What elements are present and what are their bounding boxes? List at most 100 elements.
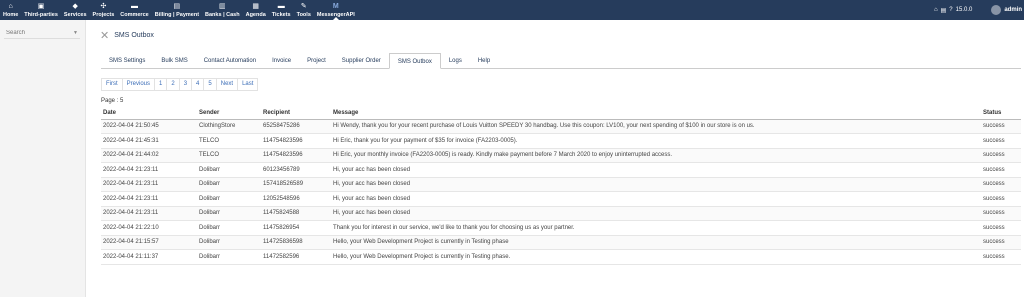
topnav-label: Banks | Cash (205, 12, 240, 18)
cell-date: 2022-04-04 21:44:02 (101, 148, 197, 163)
chevron-down-icon[interactable]: ▼ (73, 30, 78, 36)
cell-sender: Dolibarr (197, 220, 261, 236)
topnav-label: Commerce (120, 12, 149, 18)
cell-date: 2022-04-04 21:23:11 (101, 191, 197, 207)
cell-message: Hi, your acc has been closed (331, 206, 981, 221)
avatar[interactable] (991, 5, 1002, 15)
cell-recipient: 12052548596 (261, 191, 331, 207)
cell-message: Hi Wendy, thank you for your recent purc… (331, 119, 981, 134)
help-icon[interactable]: ? (949, 7, 952, 13)
main-content: ✕ SMS Outbox SMS Settings Bulk SMS Contact… (86, 20, 1024, 297)
pager-previous[interactable]: Previous (121, 78, 156, 91)
cell-recipient: 114725836598 (261, 235, 331, 250)
tab-invoice[interactable]: Invoice (264, 53, 299, 69)
cell-message: Hi, your acc has been closed (331, 177, 981, 192)
table-row[interactable]: 2022-04-04 21:44:02 TELCO 114754823596 Hi E… (101, 148, 1021, 163)
tab-bulk-sms[interactable]: Bulk SMS (153, 53, 195, 69)
pager-5[interactable]: 5 (203, 78, 217, 91)
cell-recipient: 114754823596 (261, 148, 331, 163)
home-icon[interactable]: ⌂ (934, 7, 938, 13)
cell-status: success (981, 249, 1021, 265)
cell-status: success (981, 119, 1021, 134)
page-header: ✕ SMS Outbox (100, 29, 154, 42)
top-right-toolbar: ⌂ ▤ ? 15.0.0 admin (934, 0, 1024, 20)
cell-status: success (981, 191, 1021, 207)
module-tabs: SMS Settings Bulk SMS Contact Automation In… (101, 53, 1021, 69)
cell-recipient: 114754823596 (261, 133, 331, 149)
sidebar-search[interactable]: ▼ (4, 28, 80, 39)
column-header-message[interactable]: Message (331, 107, 981, 120)
topnav-item-commerce[interactable]: ▬ Commerce (117, 0, 151, 20)
cell-date: 2022-04-04 21:11:37 (101, 249, 197, 265)
pager-1[interactable]: 1 (154, 78, 168, 91)
tickets-icon: ▬ (277, 3, 285, 10)
tab-supplier-order[interactable]: Supplier Order (334, 53, 389, 69)
commerce-icon: ▬ (130, 3, 138, 10)
topnav-item-banks-cash[interactable]: ▥ Banks | Cash (202, 0, 243, 20)
cell-sender: TELCO (197, 148, 261, 163)
pager-last[interactable]: Last (237, 78, 259, 91)
tab-help[interactable]: Help (470, 53, 498, 69)
topnav-label: Tickets (271, 12, 291, 18)
topnav-item-services[interactable]: ◆ Services (61, 0, 90, 20)
messengerapi-icon: M (332, 3, 339, 10)
username[interactable]: admin (1004, 7, 1022, 13)
cell-message: Hello, your Web Development Project is c… (331, 249, 981, 265)
cell-status: success (981, 148, 1021, 163)
cell-status: success (981, 220, 1021, 236)
topnav-item-home[interactable]: ⌂ Home (0, 0, 21, 20)
topnav-item-tickets[interactable]: ▬ Tickets (269, 0, 294, 20)
pager-first[interactable]: First (101, 78, 123, 91)
tools-icon: ✕ (100, 30, 110, 42)
tab-project[interactable]: Project (299, 53, 334, 69)
search-input[interactable] (6, 30, 66, 36)
pager-2[interactable]: 2 (166, 78, 180, 91)
print-icon[interactable]: ▤ (941, 7, 947, 14)
tab-sms-settings[interactable]: SMS Settings (101, 53, 153, 69)
topnav-item-third-parties[interactable]: ▣ Third-parties (21, 0, 61, 20)
column-header-status[interactable]: Status (981, 107, 1021, 120)
table-row[interactable]: 2022-04-04 21:45:31 TELCO 114754823596 Hi E… (101, 133, 1021, 149)
table-row[interactable]: 2022-04-04 21:50:45 ClothingStore 65258475… (101, 119, 1021, 134)
cell-status: success (981, 177, 1021, 192)
pager-4[interactable]: 4 (191, 78, 205, 91)
table-row[interactable]: 2022-04-04 21:23:11 Dolibarr 12052548596 Hi… (101, 191, 1021, 207)
pager-next[interactable]: Next (215, 78, 239, 91)
table-row[interactable]: 2022-04-04 21:15:57 Dolibarr 114725836598 H… (101, 235, 1021, 250)
topnav-label: Agenda (245, 12, 266, 18)
topnav-item-agenda[interactable]: ▦ Agenda (243, 0, 269, 20)
cell-recipient: 65258475286 (261, 119, 331, 134)
topnav-label: Services (63, 12, 87, 18)
sms-outbox-table: Date Sender Recipient Message Status 202… (101, 107, 1021, 265)
cell-sender: Dolibarr (197, 162, 261, 178)
cell-recipient: 11475824588 (261, 206, 331, 221)
cell-message: Hi Eric, thank you for your payment of $… (331, 133, 981, 149)
topnav-item-billing-payment[interactable]: ▤ Billing | Payment (152, 0, 202, 20)
main-navigation: ⌂ Home ▣ Third-parties ◆ Services ✣ Projects ▬ Co… (0, 0, 358, 20)
cell-sender: TELCO (197, 133, 261, 149)
tab-sms-outbox[interactable]: SMS Outbox (388, 53, 441, 69)
table-row[interactable]: 2022-04-04 21:11:37 Dolibarr 11472582596 He… (101, 249, 1021, 265)
pager-3[interactable]: 3 (178, 78, 193, 91)
cell-date: 2022-04-04 21:15:57 (101, 235, 197, 250)
column-header-date[interactable]: Date (101, 107, 197, 120)
topnav-item-projects[interactable]: ✣ Projects (90, 0, 118, 20)
topnav-item-tools[interactable]: ✎ Tools (294, 0, 314, 20)
left-sidebar: ▼ (0, 20, 86, 297)
cell-date: 2022-04-04 21:23:11 (101, 177, 197, 192)
cell-recipient: 157418526589 (261, 177, 331, 192)
topnav-item-messengerapi[interactable]: M MessengerAPI (314, 0, 358, 20)
tab-contact-automation[interactable]: Contact Automation (196, 53, 264, 69)
table-row[interactable]: 2022-04-04 21:23:11 Dolibarr 60123456789 Hi… (101, 162, 1021, 178)
column-header-sender[interactable]: Sender (197, 107, 261, 120)
cell-message: Hi Eric, your monthly invoice (FA2203-00… (331, 148, 981, 163)
column-header-recipient[interactable]: Recipient (261, 107, 331, 120)
cell-status: success (981, 133, 1021, 149)
cell-status: success (981, 162, 1021, 178)
cell-sender: Dolibarr (197, 235, 261, 250)
table-row[interactable]: 2022-04-04 21:22:10 Dolibarr 11475826954 Th… (101, 220, 1021, 236)
table-row[interactable]: 2022-04-04 21:23:11 Dolibarr 157418526589 H… (101, 177, 1021, 192)
billing-payment-icon: ▤ (173, 3, 181, 10)
table-row[interactable]: 2022-04-04 21:23:11 Dolibarr 11475824588 Hi… (101, 206, 1021, 221)
tab-logs[interactable]: Logs (441, 53, 470, 69)
